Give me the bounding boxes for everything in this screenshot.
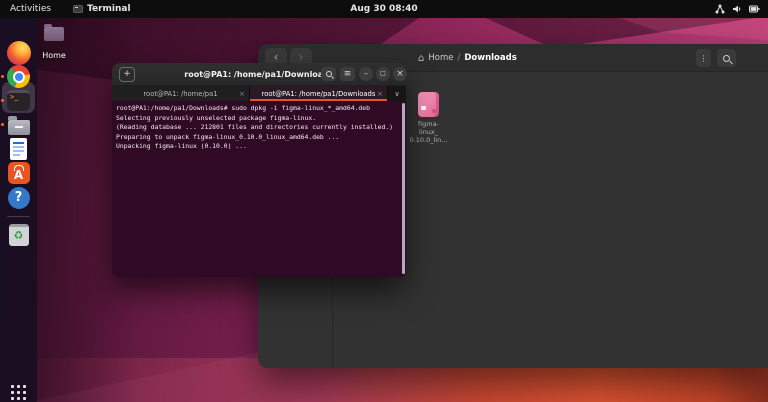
- terminal-output-line: Unpacking figma-linux (0.10.0) ...: [116, 142, 401, 152]
- home-icon: ⌂: [418, 53, 424, 64]
- tab-label: root@PA1: /home/pa1/Downloads: [262, 90, 376, 98]
- breadcrumb-separator: /: [457, 53, 460, 63]
- dock-item-chrome[interactable]: [5, 63, 32, 90]
- home-folder-icon: [44, 27, 64, 41]
- view-options-icon: ⋮: [700, 54, 708, 63]
- dock: >_ A ? ♻: [0, 18, 37, 402]
- file-name-line: figma-: [401, 120, 456, 128]
- terminal-titlebar[interactable]: root@PA1: /home/pa1/Downloads + ≡ – □ ×: [112, 63, 406, 86]
- breadcrumb-home[interactable]: Home: [428, 53, 453, 63]
- minimize-button[interactable]: –: [359, 67, 373, 81]
- close-button[interactable]: ×: [393, 67, 407, 81]
- terminal-scrollbar[interactable]: [402, 103, 405, 274]
- dock-item-terminal[interactable]: >_: [5, 87, 32, 114]
- dock-item-files[interactable]: [5, 111, 32, 138]
- terminal-icon: >_: [7, 90, 30, 111]
- terminal-tab-downloads[interactable]: root@PA1: /home/pa1/Downloads ×: [250, 86, 388, 101]
- terminal-search-button[interactable]: [321, 67, 336, 81]
- maximize-button[interactable]: □: [376, 67, 390, 81]
- terminal-output-line: Preparing to unpack figma-linux_0.10.0_l…: [116, 133, 401, 143]
- terminal-app-icon: [73, 5, 83, 13]
- dock-item-libreoffice-writer[interactable]: [5, 135, 32, 162]
- hamburger-menu-icon: ≡: [344, 67, 352, 81]
- dock-separator: [7, 216, 30, 217]
- tab-label: root@PA1: /home/pa1: [143, 90, 217, 98]
- deb-package-icon: [418, 92, 439, 117]
- maximize-icon: □: [380, 67, 386, 81]
- dock-item-ubuntu-software[interactable]: A: [5, 159, 32, 186]
- activities-button[interactable]: Activities: [10, 4, 51, 14]
- focused-app-label: Terminal: [87, 4, 131, 14]
- terminal-menu-button[interactable]: ≡: [340, 67, 355, 81]
- search-icon: [723, 55, 730, 62]
- view-options-button[interactable]: ⋮: [696, 49, 711, 67]
- desktop-screen: Home ‹ › ⌂ Home / Downloads ⋮ figma- lin…: [0, 0, 768, 402]
- file-name-line: linux_: [401, 128, 456, 136]
- terminal-output-line: Selecting previously unselected package …: [116, 114, 401, 124]
- search-button[interactable]: [717, 49, 736, 67]
- minimize-icon: –: [364, 67, 368, 81]
- search-icon: [326, 71, 332, 77]
- running-indicator: [1, 123, 4, 126]
- forward-icon: ›: [299, 50, 304, 64]
- terminal-output-line: (Reading database ... 212801 files and d…: [116, 123, 401, 133]
- new-tab-button[interactable]: +: [119, 67, 135, 82]
- tab-close-icon[interactable]: ×: [377, 90, 383, 98]
- new-tab-icon: +: [123, 69, 131, 79]
- focused-app-menu[interactable]: Terminal: [73, 4, 131, 14]
- trash-icon: ♻: [9, 224, 29, 246]
- firefox-icon: [7, 41, 31, 65]
- desktop-icon-home[interactable]: Home: [40, 23, 68, 62]
- tab-list-button[interactable]: ∨: [388, 86, 406, 101]
- tab-close-icon[interactable]: ×: [239, 90, 245, 98]
- volume-icon: [732, 4, 742, 14]
- network-icon: [715, 4, 725, 14]
- clock-button[interactable]: Aug 30 08:40: [350, 4, 417, 14]
- back-icon: ‹: [274, 50, 279, 64]
- libreoffice-writer-icon: [10, 138, 27, 160]
- chevron-down-icon: ∨: [394, 90, 399, 98]
- desktop-icon-label: Home: [42, 51, 66, 60]
- running-indicator: [1, 99, 4, 102]
- system-status-area[interactable]: [715, 0, 760, 18]
- terminal-output-area[interactable]: root@PA1:/home/pa1/Downloads# sudo dpkg …: [112, 101, 406, 277]
- dock-item-firefox[interactable]: [5, 39, 32, 66]
- ubuntu-software-icon: A: [8, 162, 30, 184]
- file-name-line: 0.10.0_lin...: [401, 136, 456, 144]
- dock-item-help[interactable]: ?: [5, 184, 32, 211]
- chrome-icon: [7, 65, 30, 88]
- top-bar: Activities Terminal Aug 30 08:40: [0, 0, 768, 18]
- show-applications-button[interactable]: [11, 385, 26, 400]
- help-icon: ?: [8, 187, 30, 209]
- breadcrumb-current[interactable]: Downloads: [464, 53, 516, 63]
- file-item-figma-deb[interactable]: figma- linux_ 0.10.0_lin...: [401, 92, 456, 144]
- dock-item-trash[interactable]: ♻: [5, 221, 32, 248]
- battery-icon: [749, 4, 760, 14]
- breadcrumb: ⌂ Home / Downloads: [418, 44, 517, 72]
- terminal-window: root@PA1: /home/pa1/Downloads + ≡ – □ × …: [112, 63, 406, 277]
- files-icon: [8, 120, 30, 135]
- terminal-tab-bar: root@PA1: /home/pa1 × root@PA1: /home/pa…: [112, 86, 406, 101]
- terminal-tab-home[interactable]: root@PA1: /home/pa1 ×: [112, 86, 250, 101]
- running-indicator: [1, 75, 4, 78]
- terminal-output-line: root@PA1:/home/pa1/Downloads# sudo dpkg …: [116, 104, 401, 114]
- close-icon: ×: [396, 67, 404, 81]
